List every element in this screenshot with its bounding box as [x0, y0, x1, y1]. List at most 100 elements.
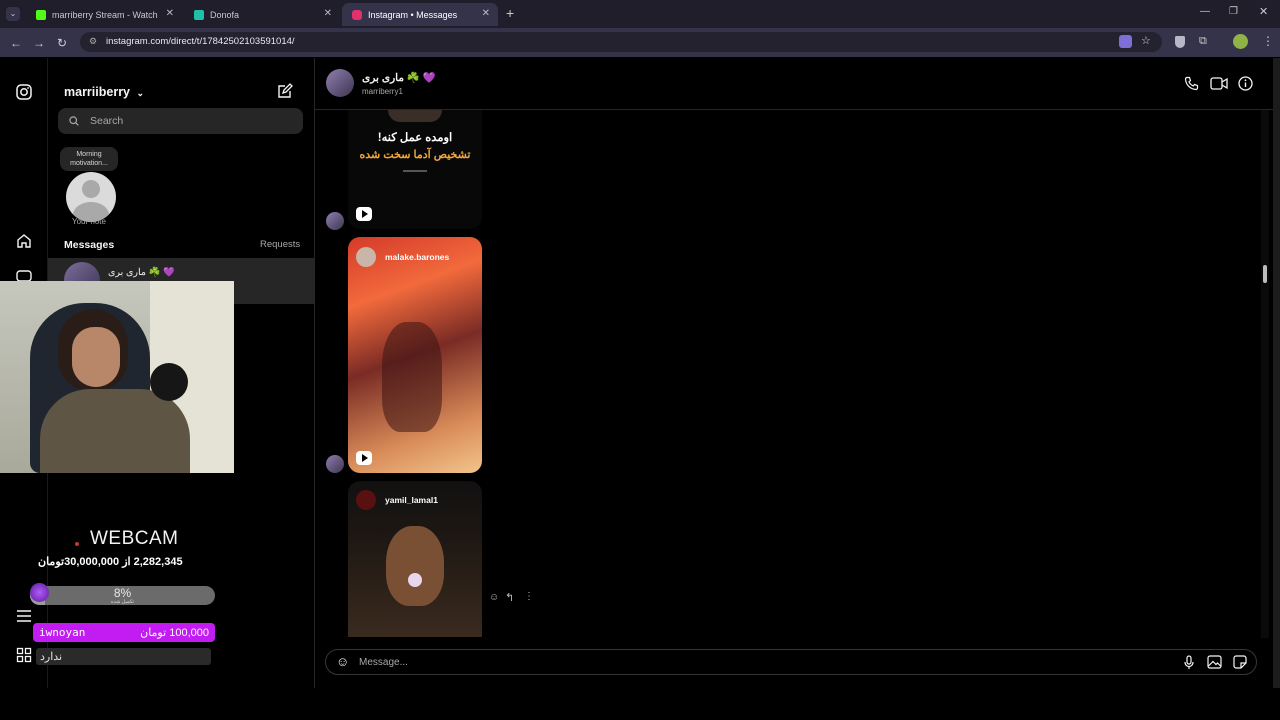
- extensions-icon[interactable]: ⧉: [1199, 35, 1207, 48]
- video-call-icon[interactable]: [1210, 77, 1228, 90]
- chat-pane: ماری بری ☘️ 💜 marriberry1 اومده عمل کنه!…: [315, 58, 1280, 688]
- more-menu-icon[interactable]: [16, 610, 32, 622]
- sticker-icon[interactable]: [1233, 655, 1247, 669]
- close-window-button[interactable]: ✕: [1259, 5, 1268, 18]
- note-bubble-text: Morning motivation...: [70, 151, 108, 167]
- tab-instagram[interactable]: Instagram • Messages ✕: [342, 3, 498, 26]
- post-author-name: malake.barones: [385, 252, 450, 262]
- chevron-down-icon: ⌄: [136, 88, 145, 98]
- messages-heading: Messages: [64, 239, 115, 251]
- shared-reel-card[interactable]: malake.barones: [348, 237, 482, 473]
- scrollbar-thumb[interactable]: [1263, 265, 1267, 283]
- translate-icon[interactable]: [1119, 35, 1132, 48]
- shield-extension-icon[interactable]: [1175, 36, 1185, 48]
- post-author-name: yamil_lamal1: [385, 495, 438, 505]
- minimize-button[interactable]: —: [1200, 6, 1210, 17]
- post-watermark: [403, 170, 427, 172]
- shared-reel-card[interactable]: yamil_lamal1: [348, 481, 482, 637]
- thread-name: ماری بری ☘️ 💜: [108, 267, 175, 278]
- microphone-icon[interactable]: [1184, 655, 1194, 670]
- kick-icon: [36, 9, 46, 20]
- new-tab-button[interactable]: +: [506, 5, 514, 21]
- shared-post-card[interactable]: اومده عمل کنه! تشخیص آدما سخت شده: [348, 110, 482, 229]
- search-input[interactable]: Search: [58, 108, 303, 134]
- your-note-label: Your note: [72, 217, 106, 226]
- contact-name[interactable]: ماری بری ☘️ 💜: [362, 71, 436, 84]
- donation-goal-text: 2,282,345 از 30,000,000تومان: [38, 556, 183, 568]
- instagram-logo-icon[interactable]: [16, 84, 32, 100]
- reel-thumbnail: [382, 322, 442, 432]
- also-from-meta-icon[interactable]: [16, 647, 32, 663]
- post-author-avatar: [356, 490, 376, 510]
- bookmark-star-icon[interactable]: ☆: [1141, 34, 1151, 47]
- username-label: marriiberry: [64, 85, 131, 99]
- reply-icon[interactable]: ↰: [505, 591, 514, 604]
- reel-play-icon: [356, 451, 372, 465]
- donor-amount: 100,000 تومان: [140, 627, 209, 639]
- tab-title: marriberry Stream - Watch Live: [52, 9, 160, 20]
- back-icon[interactable]: ←: [10, 36, 22, 50]
- chat-scrollbar[interactable]: [1261, 110, 1269, 638]
- streamer-face: [72, 327, 120, 387]
- instagram-tab-icon: [352, 9, 362, 20]
- home-icon[interactable]: [16, 233, 32, 249]
- tab-kick-stream[interactable]: marriberry Stream - Watch Live ✕: [26, 3, 182, 26]
- phone-call-icon[interactable]: [1184, 76, 1199, 91]
- url-text: instagram.com/direct/t/17842502103591014…: [106, 36, 295, 47]
- close-tab-icon[interactable]: ✕: [166, 8, 174, 19]
- note-avatar[interactable]: [66, 172, 116, 222]
- contact-handle: marriberry1: [362, 87, 403, 96]
- post-author-avatar: [356, 247, 376, 267]
- info-icon[interactable]: [1238, 76, 1253, 91]
- donor-note-bar: ندارد: [36, 648, 211, 665]
- browser-tab-bar: ⌄ marriberry Stream - Watch Live ✕ Donof…: [0, 0, 1280, 28]
- profile-avatar[interactable]: [1233, 34, 1248, 49]
- contact-avatar[interactable]: [326, 69, 354, 97]
- tab-donofa[interactable]: Donofa ✕: [184, 3, 340, 26]
- donor-name: iwnoyan: [39, 626, 86, 639]
- new-message-icon[interactable]: [277, 83, 293, 99]
- webcam-feed: [0, 281, 234, 473]
- reel-play-icon: [408, 573, 422, 587]
- react-emoji-icon[interactable]: ☺: [489, 592, 499, 603]
- reload-icon[interactable]: ↻: [57, 36, 67, 50]
- goal-progress-bar: 8% تکمیل شده: [30, 586, 215, 605]
- forward-icon[interactable]: →: [33, 36, 45, 50]
- note-bubble[interactable]: Morning motivation...: [60, 147, 118, 171]
- more-options-icon[interactable]: ⋮: [524, 591, 534, 602]
- post-caption-line: اومده عمل کنه!: [377, 132, 453, 144]
- microphone: [150, 363, 188, 401]
- sender-avatar: [326, 212, 344, 230]
- donor-note: ندارد: [40, 651, 63, 663]
- requests-link[interactable]: Requests: [260, 239, 300, 250]
- top-donor-bar: iwnoyan 100,000 تومان: [33, 623, 215, 642]
- search-icon: [69, 116, 79, 126]
- site-info-icon[interactable]: ⚙: [89, 36, 97, 47]
- browser-toolbar: ← → ↻ ⚙ instagram.com/direct/t/178425021…: [0, 28, 1280, 57]
- post-thumbnail: [388, 110, 442, 122]
- chat-header: ماری بری ☘️ 💜 marriberry1: [315, 58, 1280, 110]
- message-input[interactable]: ☺ Message...: [325, 649, 1257, 675]
- account-switcher[interactable]: marriiberry ⌄: [64, 85, 144, 99]
- donofa-icon: [194, 9, 204, 20]
- post-caption-line: تشخیص آدما سخت شده: [359, 149, 471, 161]
- close-tab-icon[interactable]: ✕: [482, 8, 490, 19]
- message-placeholder: Message...: [359, 657, 408, 668]
- page-scrollbar[interactable]: [1273, 58, 1280, 688]
- emoji-picker-icon[interactable]: ☺: [336, 654, 349, 669]
- goal-badge-icon: [30, 583, 49, 602]
- reel-thumbnail: [386, 526, 444, 606]
- photo-upload-icon[interactable]: [1207, 655, 1222, 669]
- close-tab-icon[interactable]: ✕: [324, 8, 332, 19]
- webcam-label: WEBCAM: [90, 528, 179, 549]
- browser-menu-icon[interactable]: ⋮: [1262, 34, 1274, 48]
- tab-title: Instagram • Messages: [368, 9, 458, 20]
- reel-play-icon: [356, 207, 372, 221]
- tab-title: Donofa: [210, 9, 240, 20]
- sender-avatar: [326, 455, 344, 473]
- taskbar-strip: [0, 688, 1280, 720]
- goal-subtitle: تکمیل شده: [110, 599, 135, 605]
- restore-button[interactable]: ❐: [1229, 6, 1238, 17]
- tab-search-button[interactable]: ⌄: [6, 7, 20, 21]
- address-bar[interactable]: ⚙ instagram.com/direct/t/178425021035910…: [80, 32, 1162, 52]
